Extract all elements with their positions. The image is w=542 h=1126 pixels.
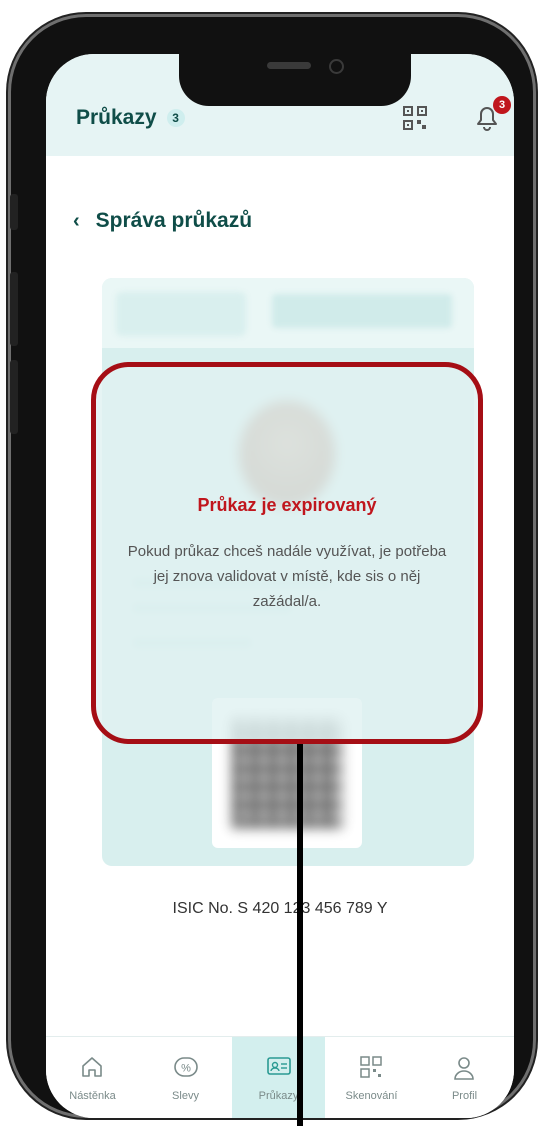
user-icon (454, 1057, 474, 1080)
card-header-band (272, 294, 452, 328)
tab-label: Průkazy (258, 1090, 299, 1102)
page-title: Průkazy 3 (76, 106, 185, 130)
id-card-icon (267, 1057, 291, 1075)
card-count-badge: 3 (166, 109, 185, 127)
mute-switch (10, 194, 18, 230)
notification-badge: 3 (493, 96, 511, 114)
tab-label: Nástěnka (69, 1090, 116, 1102)
callout-line (297, 744, 303, 1126)
speaker-grille (267, 62, 311, 69)
percent-icon: % (174, 1057, 198, 1077)
page-title-text: Průkazy (76, 106, 157, 129)
bottom-tab-bar: Nástěnka % Slevy Průkazy Skenování Profi… (46, 1036, 514, 1118)
notch (179, 54, 411, 106)
volume-down-button (10, 360, 18, 434)
expired-card-notice: Průkaz je expirovaný Pokud průkaz chceš … (91, 362, 483, 744)
svg-text:%: % (181, 1063, 191, 1075)
front-camera (329, 59, 344, 74)
tab-label: Skenování (345, 1090, 398, 1102)
tab-prukazy[interactable]: Průkazy (232, 1037, 325, 1118)
tab-skenovani[interactable]: Skenování (325, 1037, 418, 1118)
card-header (102, 278, 474, 348)
qr-code-icon[interactable] (403, 106, 427, 135)
card-logo (116, 292, 246, 336)
isic-number: ISIC No. S 420 123 456 789 Y (172, 900, 388, 917)
tab-label: Slevy (172, 1090, 199, 1102)
tab-label: Profil (451, 1090, 478, 1102)
qr-scan-icon (360, 1056, 382, 1078)
tab-slevy[interactable]: % Slevy (139, 1037, 232, 1118)
back-navigation[interactable]: ‹ Správa průkazů (73, 209, 252, 233)
tab-profil[interactable]: Profil (418, 1037, 511, 1118)
volume-up-button (10, 272, 18, 346)
chevron-left-icon: ‹ (73, 209, 80, 232)
expired-title: Průkaz je expirovaný (197, 495, 377, 515)
expired-message: Pokud průkaz chceš nadále využívat, je p… (127, 543, 447, 610)
home-icon (82, 1057, 102, 1077)
back-label: Správa průkazů (95, 209, 253, 232)
tab-nastenka[interactable]: Nástěnka (46, 1037, 139, 1118)
